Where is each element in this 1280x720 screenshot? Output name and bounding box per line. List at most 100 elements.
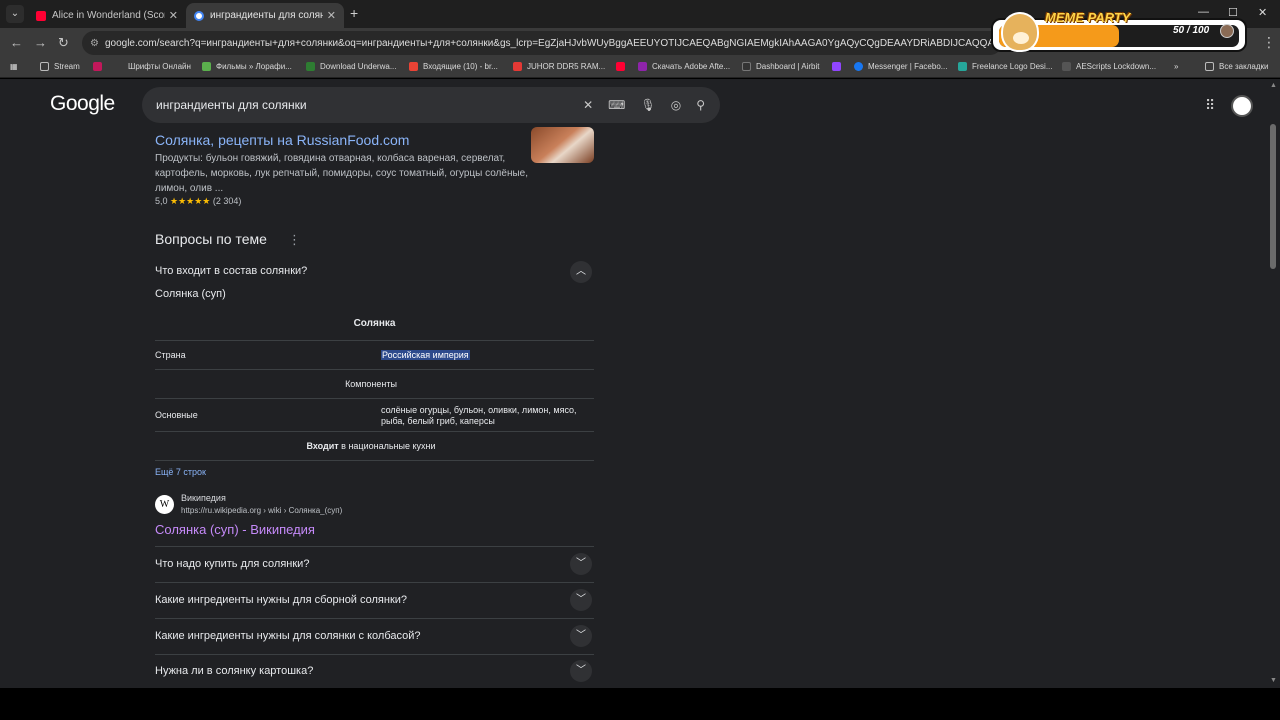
bookmark-item[interactable] (832, 62, 846, 71)
tab-search-button[interactable]: ⌄ (6, 5, 24, 23)
bookmark-item[interactable]: Dashboard | Airbit (742, 62, 819, 71)
paa-heading: Вопросы по теме (155, 231, 267, 247)
bookmark-item[interactable]: Stream (40, 62, 80, 71)
rating-count: (2 304) (212, 196, 242, 206)
paa-question[interactable]: Что надо купить для солянки? (155, 558, 309, 570)
selected-text[interactable]: Российская империя (381, 350, 470, 360)
bookmark-item[interactable]: AEScripts Lockdown... (1062, 62, 1156, 71)
bookmark-item[interactable]: Freelance Logo Desi... (958, 62, 1053, 71)
scrollbar-thumb[interactable] (1270, 124, 1276, 269)
chevron-down-icon[interactable]: ﹀ (570, 660, 592, 682)
table-value[interactable]: Российская империя (381, 350, 470, 361)
bookmark-item[interactable]: JUHOR DDR5 RAM... (513, 62, 605, 71)
site-icon (202, 62, 211, 71)
microphone-icon[interactable]: 🎙 (640, 98, 655, 112)
bookmark-item[interactable]: Шрифты Онлайн (128, 62, 191, 71)
bookmark-label: Freelance Logo Desi... (972, 62, 1053, 71)
site-info-icon[interactable]: ⚙ (90, 38, 99, 49)
google-logo[interactable]: Google (50, 92, 115, 116)
site-icon (742, 62, 751, 71)
source-url[interactable]: https://ru.wikipedia.org › wiki › Солянк… (181, 506, 342, 515)
paa-question[interactable]: Какие ингредиенты нужны для солянки с ко… (155, 630, 421, 642)
divider (155, 654, 594, 655)
close-icon[interactable]: ✕ (327, 9, 336, 22)
bookmarks-bar: ▦ Stream Шрифты Онлайн Фильмы » Лорафи..… (0, 58, 1280, 78)
divider (155, 582, 594, 583)
result-title[interactable]: Солянка, рецепты на RussianFood.com (155, 132, 409, 148)
bookmark-label: Все закладки (1219, 62, 1269, 71)
doge-icon (1001, 12, 1039, 52)
scroll-down-icon[interactable]: ▼ (1270, 677, 1277, 684)
forward-icon[interactable]: → (34, 35, 47, 50)
bookmark-label: AEScripts Lockdown... (1076, 62, 1157, 71)
search-input[interactable]: ингрaндиенты для солянки (156, 98, 583, 112)
avatar (1220, 24, 1234, 38)
bookmark-item[interactable]: Скачать Adobe Afte... (638, 62, 730, 71)
search-results-page: Google ингрaндиенты для солянки ✕ ⌨ 🎙 ◎ … (0, 79, 1280, 688)
chevron-down-icon[interactable]: ﹀ (570, 553, 592, 575)
tab-alice[interactable]: Alice in Wonderland (Score) 20 ✕ (28, 3, 186, 28)
divider (155, 398, 594, 399)
bookmark-item[interactable]: Messenger | Facebo... (854, 62, 947, 71)
minimize-icon[interactable]: — (1198, 6, 1209, 18)
more-options-icon[interactable]: ⋮ (288, 232, 301, 248)
google-apps-icon[interactable]: ⠿ (1205, 97, 1215, 114)
table-section: Компоненты (345, 379, 397, 389)
bookmark-label: Фильмы » Лорафи... (216, 62, 292, 71)
keyboard-icon[interactable]: ⌨ (608, 98, 625, 112)
tab-google-search[interactable]: ингрaндиенты для солянки - П ✕ (186, 3, 344, 28)
chevron-down-icon[interactable]: ﹀ (570, 625, 592, 647)
paa-question[interactable]: Какие ингредиенты нужны для сборной соля… (155, 594, 407, 606)
avatar[interactable] (1231, 95, 1253, 117)
window-close-icon[interactable]: ✕ (1258, 6, 1267, 19)
table-label: Основные (155, 410, 198, 420)
more-rows-link[interactable]: Ещё 7 строк (155, 467, 206, 477)
apps-grid-icon[interactable]: ▦ (10, 62, 18, 71)
bookmark-item[interactable]: Фильмы » Лорафи... (202, 62, 292, 71)
rating-stars: ★★★★★ (170, 196, 211, 206)
search-icon[interactable]: ⚲ (696, 98, 705, 112)
bookmark-label: Messenger | Facebo... (868, 62, 948, 71)
bookmark-label: Шрифты Онлайн (128, 62, 191, 71)
folder-icon (40, 62, 49, 71)
all-bookmarks[interactable]: Все закладки (1205, 62, 1268, 71)
paa-question[interactable]: Что входит в состав солянки? (155, 265, 307, 277)
bookmark-label: JUHOR DDR5 RAM... (527, 62, 606, 71)
meme-party-count: 50 / 100 (1173, 25, 1210, 36)
letterbox-bar (0, 688, 1280, 720)
url-text: google.com/search?q=ингрaндиенты+для+сол… (104, 37, 1002, 49)
new-tab-button[interactable]: + (350, 5, 358, 21)
clear-icon[interactable]: ✕ (583, 98, 593, 112)
result-thumbnail[interactable] (531, 127, 594, 163)
bookmark-item[interactable]: Входящие (10) - br... (409, 62, 498, 71)
tab-title: ингрaндиенты для солянки - П (210, 10, 323, 21)
twitch-icon (832, 62, 841, 71)
lens-icon[interactable]: ◎ (671, 98, 681, 112)
search-box[interactable]: ингрaндиенты для солянки ✕ ⌨ 🎙 ◎ ⚲ (142, 87, 720, 123)
google-icon (194, 10, 204, 21)
address-bar[interactable]: ⚙ google.com/search?q=ингрaндиенты+для+с… (82, 31, 1002, 55)
more-bookmarks-icon[interactable]: » (1174, 62, 1178, 71)
bookmark-label: Dashboard | Airbit (756, 62, 820, 71)
youtube-icon (36, 10, 46, 21)
back-icon[interactable]: ← (10, 35, 23, 50)
browser-menu-icon[interactable]: ⋮ (1262, 34, 1276, 51)
value-line: солёные огурцы, бульон, оливки, лимон, м… (381, 405, 577, 415)
youtube-icon (616, 62, 625, 71)
bookmark-item[interactable] (616, 62, 630, 71)
paa-question[interactable]: Нужна ли в солянку картошка? (155, 665, 313, 677)
snippet-line: картофель, морковь, лук репчатый, помидо… (155, 168, 528, 179)
bookmark-label: Скачать Adobe Afte... (652, 62, 731, 71)
divider (155, 340, 594, 341)
bookmark-item[interactable] (93, 62, 107, 71)
chevron-down-icon[interactable]: ﹀ (570, 589, 592, 611)
chevron-up-icon[interactable]: ︿ (570, 261, 592, 283)
divider (155, 546, 594, 547)
source-link[interactable]: Солянка (суп) - Википедия (155, 522, 315, 537)
reload-icon[interactable]: ↻ (58, 35, 69, 51)
site-icon (513, 62, 522, 71)
site-icon (958, 62, 967, 71)
scroll-up-icon[interactable]: ▲ (1270, 82, 1277, 89)
bookmark-item[interactable]: Download Underwa... (306, 62, 396, 71)
close-icon[interactable]: ✕ (169, 9, 178, 22)
